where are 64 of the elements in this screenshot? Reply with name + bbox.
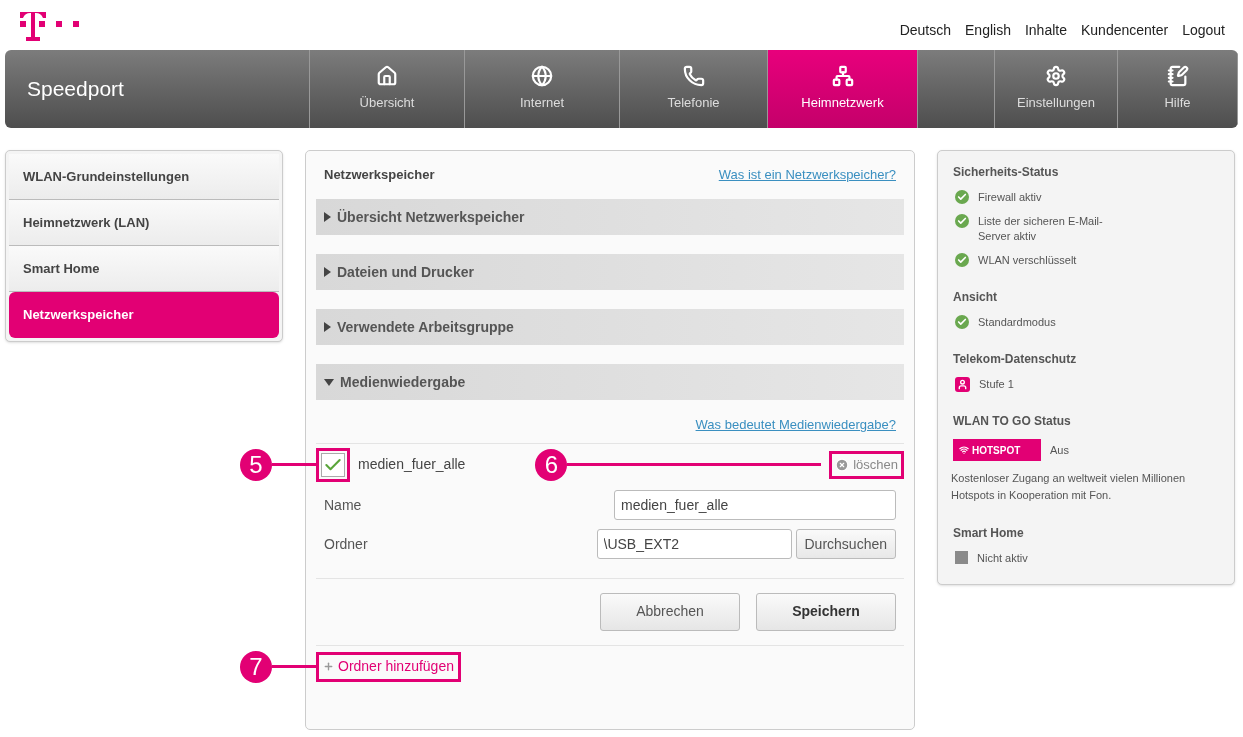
nav-icon — [531, 65, 553, 88]
caret-down-icon — [324, 378, 334, 386]
nav-tab[interactable]: Hilfe — [1118, 50, 1238, 128]
browse-button[interactable]: Durchsuchen — [795, 529, 896, 559]
user-icon — [955, 377, 970, 392]
nav-tab[interactable]: Einstellungen — [995, 50, 1118, 128]
share-name: medien_fuer_alle — [358, 455, 466, 474]
text-field[interactable]: \USB_EXT2 — [596, 529, 792, 559]
accordion-header[interactable]: Übersicht Netzwerkspeicher — [316, 199, 904, 235]
callout-badge: 7 — [240, 650, 272, 683]
status-square-icon — [955, 551, 968, 564]
text-field[interactable]: medien_fuer_alle — [614, 490, 896, 520]
field-label: Ordner — [324, 534, 369, 554]
status-text: Standardmodus — [978, 315, 1056, 330]
description-text: Kostenloser Zugang an weltweit vielen Millionen Hotspots in Kooperation mit Fon. — [951, 471, 1187, 503]
delete-button[interactable]: löschen — [829, 450, 904, 479]
status-text: Stufe 1 — [979, 377, 1014, 392]
status-text: Firewall aktiv — [978, 190, 1042, 205]
section-title: Telekom-Datenschutz — [953, 351, 1078, 368]
add-folder-link[interactable]: Ordner hinzufügen — [316, 651, 461, 682]
header-link[interactable]: Deutsch — [899, 20, 951, 41]
status-text: Nicht aktiv — [977, 551, 1028, 566]
plus-icon — [323, 661, 334, 672]
accordion-header[interactable]: Dateien und Drucker — [316, 254, 904, 290]
callout-badge: 5 — [240, 448, 272, 481]
caret-right-icon — [324, 322, 331, 332]
form-button[interactable]: Speichern — [756, 592, 896, 631]
brand-name: Speedport — [27, 76, 124, 103]
nav-tab[interactable]: Heimnetzwerk — [768, 50, 918, 128]
help-link[interactable]: Was ist ein Netzwerkspeicher? — [718, 165, 896, 185]
header-link[interactable]: Inhalte — [1024, 20, 1067, 41]
field-label: Name — [324, 495, 363, 515]
leader-line — [272, 665, 316, 668]
nav-icon — [376, 65, 398, 88]
section-title: Sicherheits-Status — [953, 164, 1060, 181]
sidebar-item[interactable]: Smart Home — [9, 246, 279, 292]
nav-icon — [831, 65, 854, 88]
callout-badge: 6 — [535, 448, 568, 481]
header-link[interactable]: Logout — [1182, 20, 1225, 41]
sidebar-item[interactable]: WLAN-Grundeinstellungen — [9, 154, 279, 200]
accordion-header[interactable]: Verwendete Arbeitsgruppe — [316, 309, 904, 345]
hotspot-badge: HOTSPOT — [953, 439, 1041, 461]
status-text: Liste der sicheren E-Mail-Server aktiv — [978, 214, 1104, 244]
nav-icon — [1166, 65, 1189, 88]
sidebar-item[interactable]: Heimnetzwerk (LAN) — [9, 200, 279, 246]
caret-right-icon — [324, 212, 331, 222]
help-link[interactable]: Was bedeutet Medienwiedergabe? — [695, 415, 896, 435]
status-text: WLAN verschlüsselt — [978, 253, 1077, 268]
nav-tab[interactable]: Übersicht — [310, 50, 465, 128]
nav-icon — [1045, 65, 1067, 88]
section-title: Smart Home — [953, 525, 1025, 542]
form-button[interactable]: Abbrechen — [600, 592, 740, 631]
sidebar-item[interactable]: Netzwerkspeicher — [9, 292, 279, 338]
header-link[interactable]: Kundencenter — [1081, 20, 1169, 41]
section-title: Ansicht — [953, 289, 998, 306]
accordion-header[interactable]: Medienwiedergabe — [316, 364, 904, 400]
nav-tab[interactable]: Internet — [465, 50, 620, 128]
section-title: WLAN TO GO Status — [953, 413, 1072, 430]
status-text: Aus — [1050, 442, 1069, 458]
panel-title: Netzwerkspeicher — [324, 166, 435, 185]
close-icon — [835, 457, 850, 472]
caret-right-icon — [324, 267, 331, 277]
header-link[interactable]: English — [965, 20, 1011, 41]
nav-icon — [682, 65, 705, 88]
